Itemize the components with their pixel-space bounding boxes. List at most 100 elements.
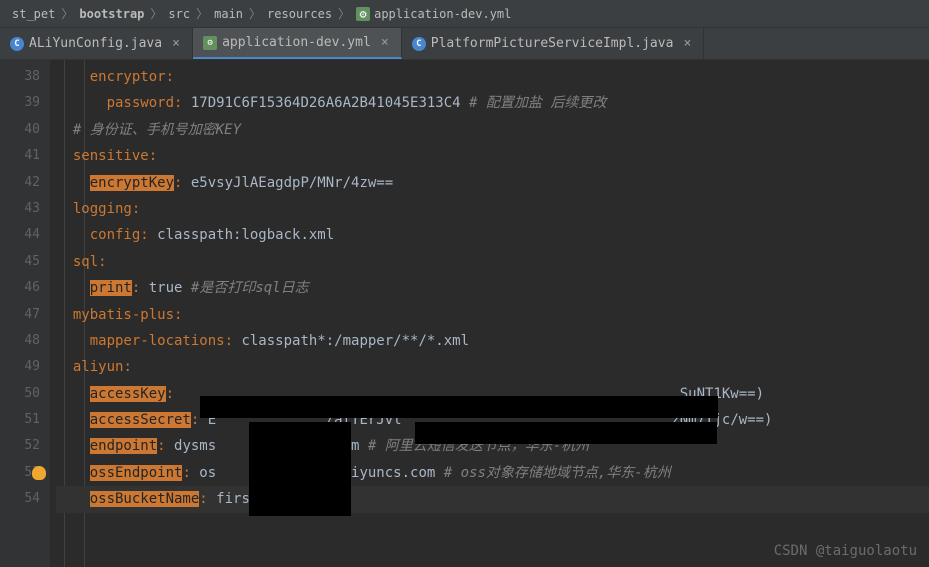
code-token-colon: : bbox=[166, 386, 183, 402]
code-line[interactable]: encryptKey: e5vsyJlAEagdpP/MNr/4zw== bbox=[56, 170, 929, 196]
redaction-block bbox=[200, 396, 718, 418]
line-number: 40 bbox=[0, 117, 40, 143]
yml-file-icon: ⚙ bbox=[356, 7, 370, 21]
line-number: 49 bbox=[0, 354, 40, 380]
code-token-key-hl: print bbox=[90, 280, 132, 296]
code-line[interactable]: config: classpath:logback.xml bbox=[56, 222, 929, 248]
line-number: 41 bbox=[0, 143, 40, 169]
code-line[interactable]: sensitive: bbox=[56, 143, 929, 169]
code-token-key-hl: encryptKey bbox=[90, 175, 174, 191]
code-token-colon: : bbox=[174, 175, 191, 191]
code-line[interactable]: mapper-locations: classpath*:/mapper/**/… bbox=[56, 328, 929, 354]
breadcrumb-separator: 〉 bbox=[338, 5, 350, 22]
code-token-comment: # 身份证、手机号加密KEY bbox=[73, 122, 241, 138]
breadcrumb-item[interactable]: ⚙application-dev.yml bbox=[352, 7, 515, 21]
code-token-key: mapper-locations bbox=[90, 333, 225, 349]
line-number: 39 bbox=[0, 90, 40, 116]
line-number: 47 bbox=[0, 302, 40, 328]
code-token-colon: : bbox=[174, 307, 182, 323]
line-number: 38 bbox=[0, 64, 40, 90]
line-gutter: 3839404142434445464748495051525354 bbox=[0, 60, 50, 567]
code-token-key: logging bbox=[73, 201, 132, 217]
tab-label: PlatformPictureServiceImpl.java bbox=[431, 36, 674, 51]
breadcrumb-separator: 〉 bbox=[196, 5, 208, 22]
code-area[interactable]: encryptor: password: 17D91C6F15364D26A6A… bbox=[50, 60, 929, 567]
editor: 3839404142434445464748495051525354 encry… bbox=[0, 60, 929, 567]
breadcrumb-item[interactable]: resources bbox=[263, 7, 336, 21]
code-token-key-hl: ossBucketName bbox=[90, 491, 200, 507]
breadcrumb-item[interactable]: bootstrap bbox=[75, 7, 148, 21]
editor-tab[interactable]: C PlatformPictureServiceImpl.java × bbox=[402, 28, 705, 59]
yml-file-icon: ⚙ bbox=[203, 36, 217, 50]
line-number: 48 bbox=[0, 328, 40, 354]
close-icon[interactable]: × bbox=[681, 38, 693, 50]
line-number: 42 bbox=[0, 170, 40, 196]
redaction-block bbox=[415, 422, 717, 444]
code-token-key: mybatis-plus bbox=[73, 307, 174, 323]
breadcrumb-item[interactable]: st_pet bbox=[8, 7, 59, 21]
code-token-key-hl: ossEndpoint bbox=[90, 465, 183, 481]
java-file-icon: C bbox=[412, 37, 426, 51]
code-line[interactable]: password: 17D91C6F15364D26A6A2B41045E313… bbox=[56, 90, 929, 116]
code-line[interactable]: encryptor: bbox=[56, 64, 929, 90]
code-line[interactable]: ossEndpoint: os ou.aliyuncs.com # oss对象存… bbox=[56, 460, 929, 486]
code-token-colon: : bbox=[98, 254, 106, 270]
tab-label: application-dev.yml bbox=[222, 35, 371, 50]
line-number: 43 bbox=[0, 196, 40, 222]
line-number: 53 bbox=[0, 460, 40, 486]
line-number: 45 bbox=[0, 249, 40, 275]
code-token-key: sql bbox=[73, 254, 98, 270]
code-token-comment: # oss对象存储地域节点,华东-杭州 bbox=[444, 465, 671, 481]
line-number: 51 bbox=[0, 407, 40, 433]
line-number: 50 bbox=[0, 381, 40, 407]
code-token-key: password bbox=[107, 95, 174, 111]
breadcrumb-separator: 〉 bbox=[61, 5, 73, 22]
code-token-colon: : bbox=[140, 227, 157, 243]
code-token-colon: : bbox=[132, 280, 149, 296]
code-token-val: e5vsyJlAEagdpP/MNr/4zw== bbox=[191, 175, 393, 191]
tab-label: ALiYunConfig.java bbox=[29, 36, 162, 51]
code-token-colon: : bbox=[182, 465, 199, 481]
line-number: 44 bbox=[0, 222, 40, 248]
code-token-colon: : bbox=[132, 201, 140, 217]
breadcrumb-separator: 〉 bbox=[150, 5, 162, 22]
code-line[interactable]: sql: bbox=[56, 249, 929, 275]
line-number: 54 bbox=[0, 486, 40, 512]
close-icon[interactable]: × bbox=[379, 37, 391, 49]
code-line[interactable]: aliyun: bbox=[56, 354, 929, 380]
code-token-key: aliyun bbox=[73, 359, 124, 375]
editor-tabs: C ALiYunConfig.java × ⚙ application-dev.yml ×… bbox=[0, 28, 929, 60]
close-icon[interactable]: × bbox=[170, 38, 182, 50]
watermark: CSDN @taiguolaotu bbox=[774, 543, 917, 559]
breadcrumb-item[interactable]: src bbox=[164, 7, 194, 21]
code-token-key: sensitive bbox=[73, 148, 149, 164]
breadcrumbs: st_pet〉bootstrap〉src〉main〉resources〉⚙app… bbox=[0, 0, 929, 28]
code-line[interactable]: logging: bbox=[56, 196, 929, 222]
code-token-val: classpath*:/mapper/**/*.xml bbox=[241, 333, 469, 349]
code-token-key: config bbox=[90, 227, 141, 243]
line-number: 46 bbox=[0, 275, 40, 301]
code-token-colon: : bbox=[174, 95, 191, 111]
lightbulb-icon[interactable] bbox=[32, 466, 46, 480]
code-line[interactable]: # 身份证、手机号加密KEY bbox=[56, 117, 929, 143]
code-token-val: true bbox=[149, 280, 191, 296]
code-line[interactable]: ossBucketName: first-pet-dev bbox=[56, 486, 929, 512]
code-token-colon: : bbox=[123, 359, 131, 375]
code-token-comment: #是否打印sql日志 bbox=[191, 280, 309, 296]
code-token-colon: : bbox=[225, 333, 242, 349]
editor-tab[interactable]: C ALiYunConfig.java × bbox=[0, 28, 193, 59]
code-line[interactable]: mybatis-plus: bbox=[56, 302, 929, 328]
java-file-icon: C bbox=[10, 37, 24, 51]
breadcrumb-item[interactable]: main bbox=[210, 7, 247, 21]
code-token-key-hl: accessKey bbox=[90, 386, 166, 402]
breadcrumb-separator: 〉 bbox=[249, 5, 261, 22]
code-token-colon: : bbox=[166, 69, 174, 85]
code-line[interactable]: print: true #是否打印sql日志 bbox=[56, 275, 929, 301]
code-token-colon: : bbox=[199, 491, 216, 507]
code-token-comment: # 配置加盐 后续更改 bbox=[469, 95, 606, 111]
code-token-key: encryptor bbox=[90, 69, 166, 85]
line-number: 52 bbox=[0, 433, 40, 459]
editor-tab[interactable]: ⚙ application-dev.yml × bbox=[193, 28, 402, 59]
redaction-block bbox=[249, 422, 351, 516]
code-token-key-hl: accessSecret bbox=[90, 412, 191, 428]
